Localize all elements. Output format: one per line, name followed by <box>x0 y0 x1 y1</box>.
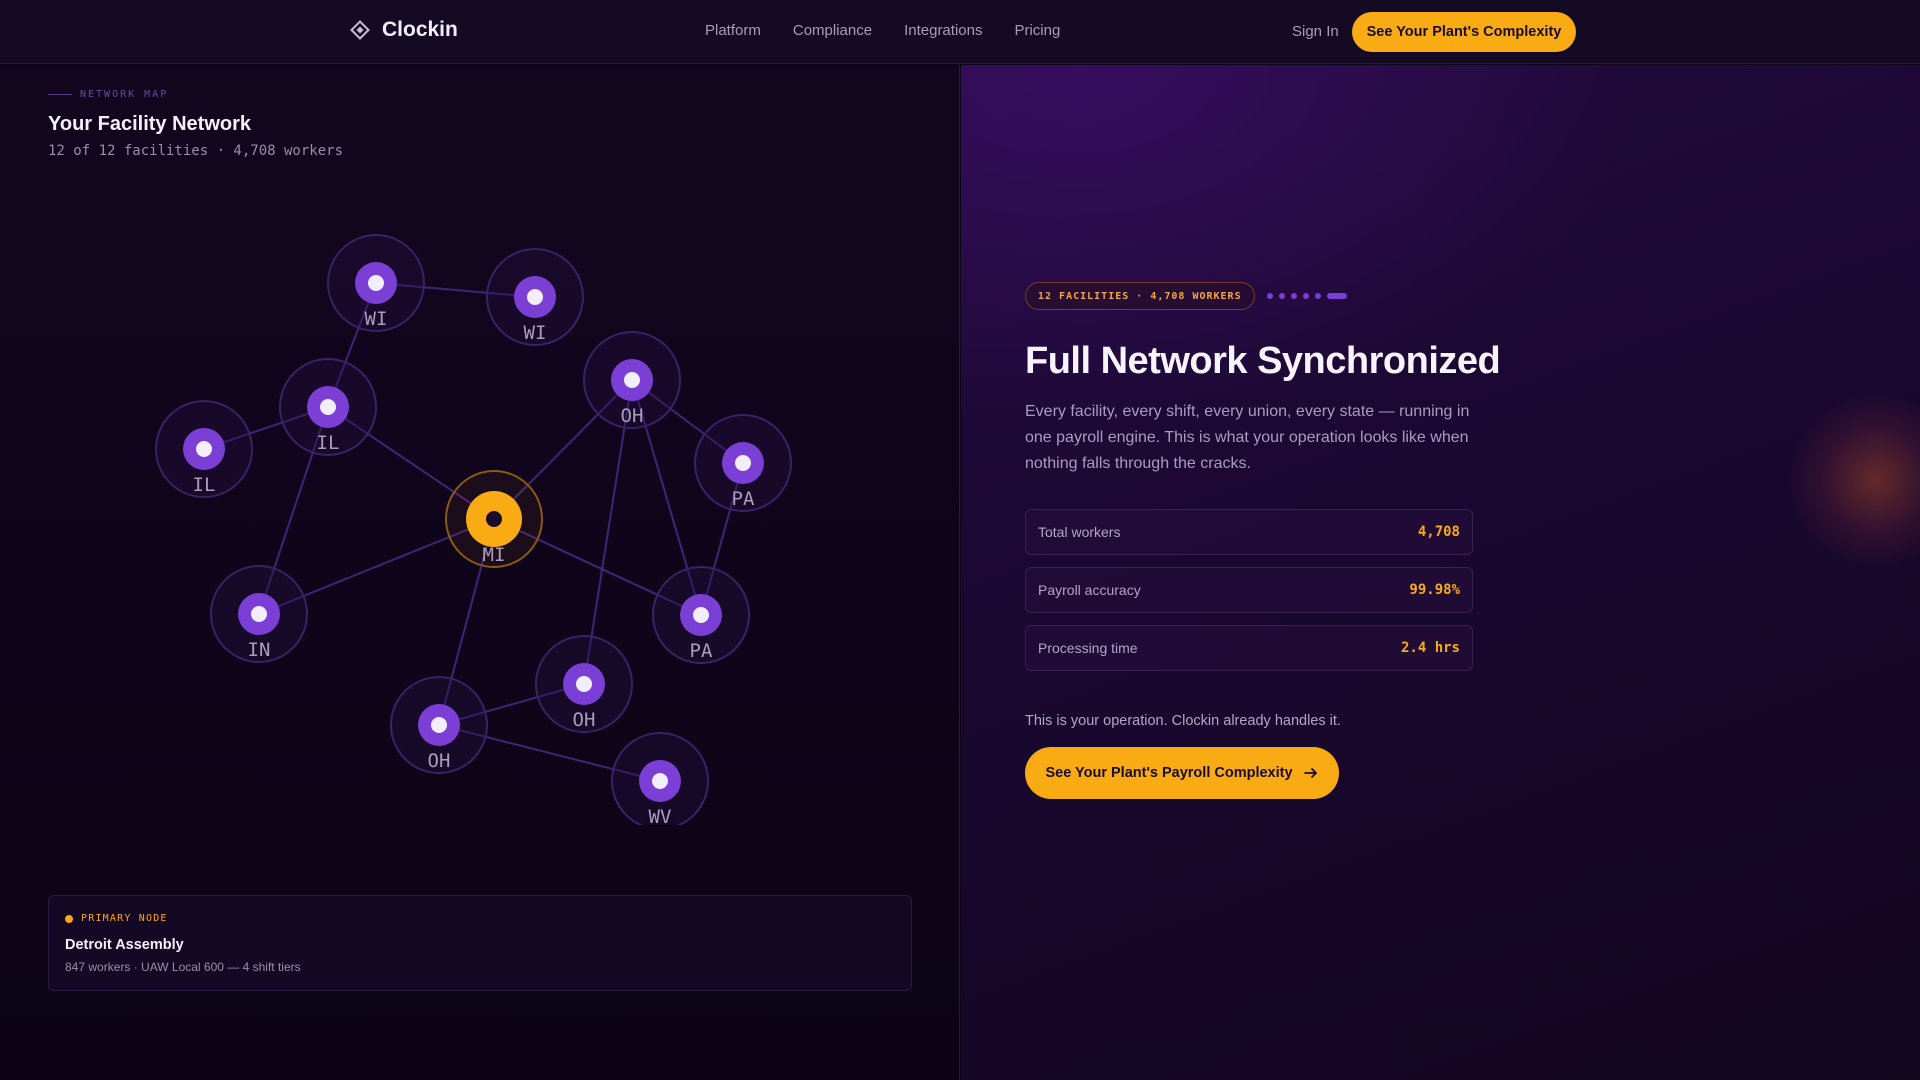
node-label: WI <box>365 308 388 330</box>
step-dot-active[interactable] <box>1326 293 1347 299</box>
facility-node-primary[interactable]: MI <box>445 470 543 568</box>
primary-node-label: PRIMARY NODE <box>65 913 168 924</box>
nav-integrations[interactable]: Integrations <box>904 22 982 39</box>
node-center <box>251 606 267 622</box>
stat-value: 2.4 hrs <box>1400 640 1460 656</box>
node-label: OH <box>573 709 596 731</box>
stat-value: 99.98% <box>1409 582 1460 598</box>
step-dot[interactable] <box>1266 293 1273 299</box>
node-label: PA <box>690 640 713 662</box>
summary-note: This is your operation. Clockin already … <box>1025 713 1341 729</box>
nav-pricing[interactable]: Pricing <box>1014 22 1060 39</box>
primary-dot-icon <box>65 914 73 923</box>
primary-node-tag: PRIMARY NODE <box>81 913 168 924</box>
node-label: OH <box>428 750 451 772</box>
node-center <box>576 676 592 692</box>
arrow-right-icon <box>1303 768 1317 778</box>
stat-label: Total workers <box>1038 524 1121 540</box>
facilities-badge-text: 12 FACILITIES · 4,708 WORKERS <box>1038 290 1242 302</box>
node-label: PA <box>732 488 755 510</box>
stat-payroll-accuracy: Payroll accuracy 99.98% <box>1025 567 1473 613</box>
node-center <box>527 289 543 305</box>
summary-headline: Full Network Synchronized <box>1025 340 1501 382</box>
node-label: IL <box>317 432 340 454</box>
stat-total-workers: Total workers 4,708 <box>1025 509 1473 555</box>
network-map-panel: NETWORK MAP Your Facility Network 12 of … <box>0 65 960 1080</box>
node-label: IN <box>248 639 271 661</box>
brand[interactable]: Clockin <box>350 18 458 42</box>
node-center <box>431 717 447 733</box>
stat-value: 4,708 <box>1417 524 1460 540</box>
facility-node[interactable]: OH <box>390 676 488 774</box>
node-center <box>368 275 384 291</box>
summary-panel: 12 FACILITIES · 4,708 WORKERS Full Netwo… <box>961 65 1920 1080</box>
badge-row: 12 FACILITIES · 4,708 WORKERS <box>1025 282 1347 310</box>
facility-node[interactable]: PA <box>652 566 750 664</box>
primary-node-name: Detroit Assembly <box>65 937 184 953</box>
node-center <box>196 441 212 457</box>
facilities-badge: 12 FACILITIES · 4,708 WORKERS <box>1025 282 1255 310</box>
primary-node-detail: 847 workers · UAW Local 600 — 4 shift ti… <box>65 960 301 974</box>
node-label: IL <box>193 474 216 496</box>
node-label: OH <box>621 405 644 427</box>
node-center <box>624 372 640 388</box>
step-dot[interactable] <box>1302 293 1309 299</box>
facility-node[interactable]: PA <box>694 414 792 512</box>
facility-node[interactable]: WV <box>611 732 709 825</box>
facility-node[interactable]: IL <box>155 400 253 498</box>
node-center <box>652 773 668 789</box>
ambient-glow <box>1791 395 1920 565</box>
facility-node[interactable]: OH <box>535 635 633 733</box>
step-dot[interactable] <box>1278 293 1285 299</box>
node-label: WV <box>649 806 672 825</box>
facility-node[interactable]: WI <box>486 248 584 346</box>
node-label: MI <box>483 544 506 566</box>
facility-node[interactable]: IN <box>210 565 308 663</box>
stat-processing-time: Processing time 2.4 hrs <box>1025 625 1473 671</box>
network-map: WI WI IL IL OH PA MI IN PA OH OH WV <box>155 234 792 825</box>
node-center <box>693 607 709 623</box>
sign-in-link[interactable]: Sign In <box>1292 23 1339 40</box>
nodes-layer: WI WI IL IL OH PA MI IN PA OH OH WV <box>155 234 792 825</box>
nav-compliance[interactable]: Compliance <box>793 22 872 39</box>
step-indicator <box>1266 293 1347 299</box>
step-dot[interactable] <box>1290 293 1297 299</box>
stat-label: Payroll accuracy <box>1038 582 1141 598</box>
node-label: WI <box>524 322 547 344</box>
node-center <box>486 511 502 527</box>
see-payroll-complexity-button[interactable]: See Your Plant's Payroll Complexity <box>1025 747 1339 799</box>
primary-node-card: PRIMARY NODE Detroit Assembly 847 worker… <box>48 895 912 991</box>
diamond-logo-icon <box>350 20 370 40</box>
facility-node[interactable]: IL <box>279 358 377 456</box>
main-nav: Platform Compliance Integrations Pricing <box>705 22 1060 39</box>
brand-name: Clockin <box>382 18 458 41</box>
facility-node[interactable]: WI <box>327 234 425 332</box>
nav-platform[interactable]: Platform <box>705 22 761 39</box>
node-center <box>320 399 336 415</box>
see-complexity-button[interactable]: See Your Plant's Complexity <box>1352 12 1576 52</box>
node-center <box>735 455 751 471</box>
step-dot[interactable] <box>1314 293 1321 299</box>
summary-description: Every facility, every shift, every union… <box>1025 403 1470 472</box>
top-navbar: Clockin Platform Compliance Integrations… <box>0 0 1920 64</box>
stat-label: Processing time <box>1038 640 1138 656</box>
cta-label: See Your Plant's Payroll Complexity <box>1045 765 1293 781</box>
facility-node[interactable]: OH <box>583 331 681 429</box>
